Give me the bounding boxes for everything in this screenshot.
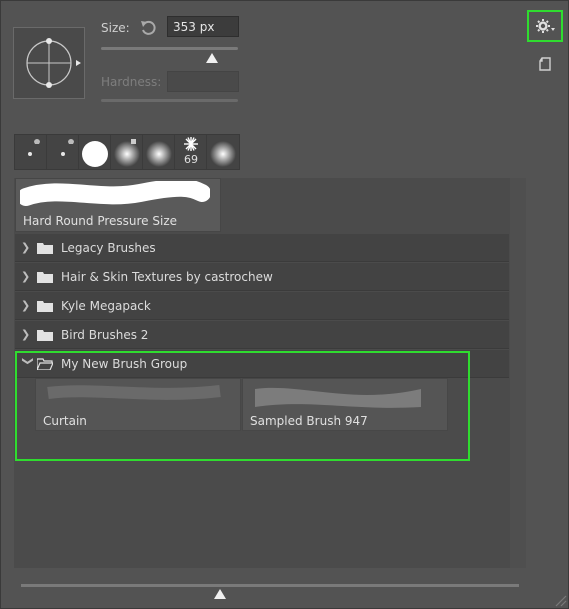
- brush-settings-panel: Size: Hardness:: [0, 0, 569, 609]
- folder-icon: [37, 271, 53, 283]
- brush-angle-roundness-widget[interactable]: [13, 27, 85, 99]
- size-label: Size:: [101, 21, 130, 35]
- soft-round-icon: [145, 141, 172, 167]
- recent-brush-3[interactable]: [79, 135, 111, 169]
- hard-round-icon: [81, 141, 108, 167]
- angle-crosshair-icon: [26, 38, 81, 88]
- folder-name: Bird Brushes 2: [61, 327, 149, 342]
- size-slider-track[interactable]: [101, 47, 238, 50]
- small-dot-icon: [60, 139, 74, 156]
- folder-name: Kyle Megapack: [61, 298, 151, 313]
- hardness-slider-track: [101, 99, 238, 102]
- folder-name: Legacy Brushes: [61, 240, 156, 255]
- preview-size-slider-track[interactable]: [21, 584, 519, 587]
- brush-size-badge: 69: [184, 153, 198, 166]
- panel-settings-button[interactable]: [527, 10, 563, 42]
- resize-grip-icon[interactable]: [553, 593, 567, 607]
- selected-brush-name: Hard Round Pressure Size: [23, 214, 178, 228]
- preview-size-slider-handle[interactable]: [214, 588, 227, 599]
- folder-row-kyle-megapack[interactable]: ❯ Kyle Megapack: [15, 292, 509, 320]
- folder-icon: [37, 242, 53, 254]
- brush-list-scrollbar[interactable]: [510, 178, 526, 568]
- recent-brush-6[interactable]: 69: [175, 135, 207, 169]
- soft-round-icon: [113, 139, 140, 167]
- chevron-right-icon[interactable]: ❯: [21, 299, 35, 312]
- chevron-right-icon[interactable]: ❯: [21, 270, 35, 283]
- recent-brush-1[interactable]: [15, 135, 47, 169]
- hardness-label: Hardness:: [101, 75, 162, 89]
- size-slider-handle[interactable]: [205, 52, 218, 63]
- chevron-right-icon[interactable]: ❯: [21, 241, 35, 254]
- chevron-right-icon[interactable]: ❯: [21, 328, 35, 341]
- hardness-input: [167, 71, 239, 92]
- recent-brush-4[interactable]: [111, 135, 143, 169]
- folder-icon: [37, 329, 53, 341]
- folder-row-hair-skin[interactable]: ❯ Hair & Skin Textures by castrochew: [15, 263, 509, 291]
- small-soft-dot-icon: [27, 139, 40, 156]
- recent-brush-2[interactable]: [47, 135, 79, 169]
- new-brush-icon[interactable]: [538, 57, 552, 71]
- folder-name: Hair & Skin Textures by castrochew: [61, 269, 273, 284]
- recent-brush-7[interactable]: [207, 135, 239, 169]
- folder-icon: [37, 300, 53, 312]
- folder-row-bird-brushes[interactable]: ❯ Bird Brushes 2: [15, 321, 509, 349]
- size-input[interactable]: [167, 16, 239, 37]
- recent-brushes-strip: 69: [14, 134, 240, 170]
- gear-icon: [536, 19, 555, 33]
- reset-size-icon[interactable]: [139, 18, 159, 38]
- brush-stroke-preview: [20, 181, 210, 206]
- group-highlight-box: [15, 351, 470, 461]
- selected-brush-tile[interactable]: Hard Round Pressure Size: [15, 178, 221, 232]
- folder-row-legacy-brushes[interactable]: ❯ Legacy Brushes: [15, 234, 509, 262]
- soft-round-icon: [210, 141, 236, 167]
- recent-brush-5[interactable]: [143, 135, 175, 169]
